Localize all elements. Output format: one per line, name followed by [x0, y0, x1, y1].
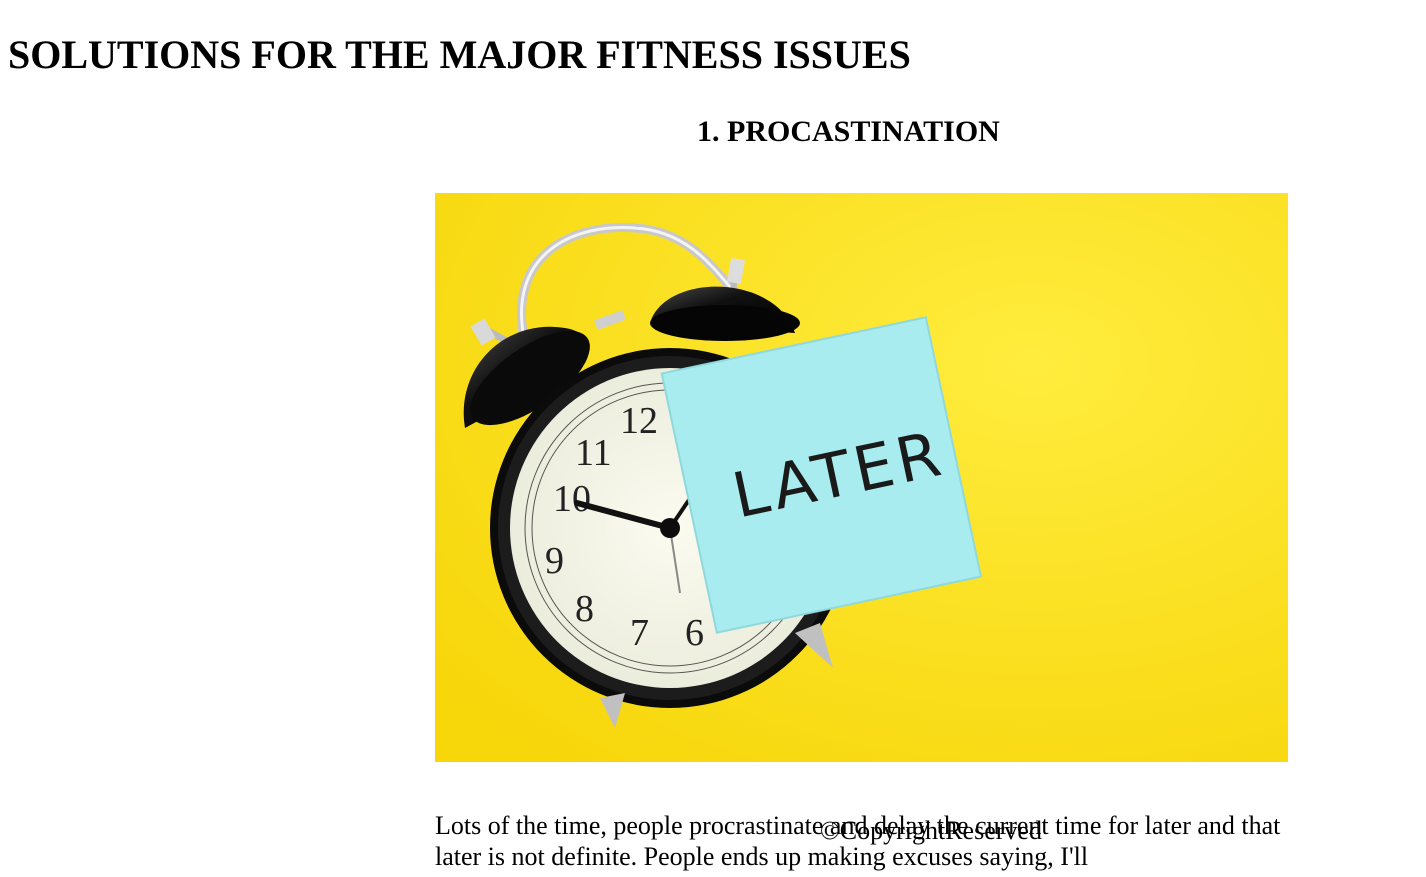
numeral-11: 11 [575, 432, 612, 474]
numeral-8: 8 [575, 588, 594, 630]
numeral-6: 6 [685, 612, 704, 654]
page-title: SOLUTIONS FOR THE MAJOR FITNESS ISSUES [8, 32, 911, 77]
numeral-10: 10 [553, 478, 591, 520]
procrastination-image: 12 11 10 9 8 7 6 LATER [435, 193, 1288, 762]
clock-center [660, 518, 680, 538]
section-heading: 1. PROCASTINATION [697, 115, 1000, 148]
numeral-12: 12 [620, 400, 658, 442]
numeral-9: 9 [545, 540, 564, 582]
sticky-note: LATER [660, 316, 983, 634]
alarm-clock-illustration: 12 11 10 9 8 7 6 LATER [435, 193, 1288, 762]
page: SOLUTIONS FOR THE MAJOR FITNESS ISSUES 1… [0, 0, 1426, 877]
copyright-text: ©CopyrightReserved [820, 816, 1042, 845]
numeral-7: 7 [630, 612, 649, 654]
